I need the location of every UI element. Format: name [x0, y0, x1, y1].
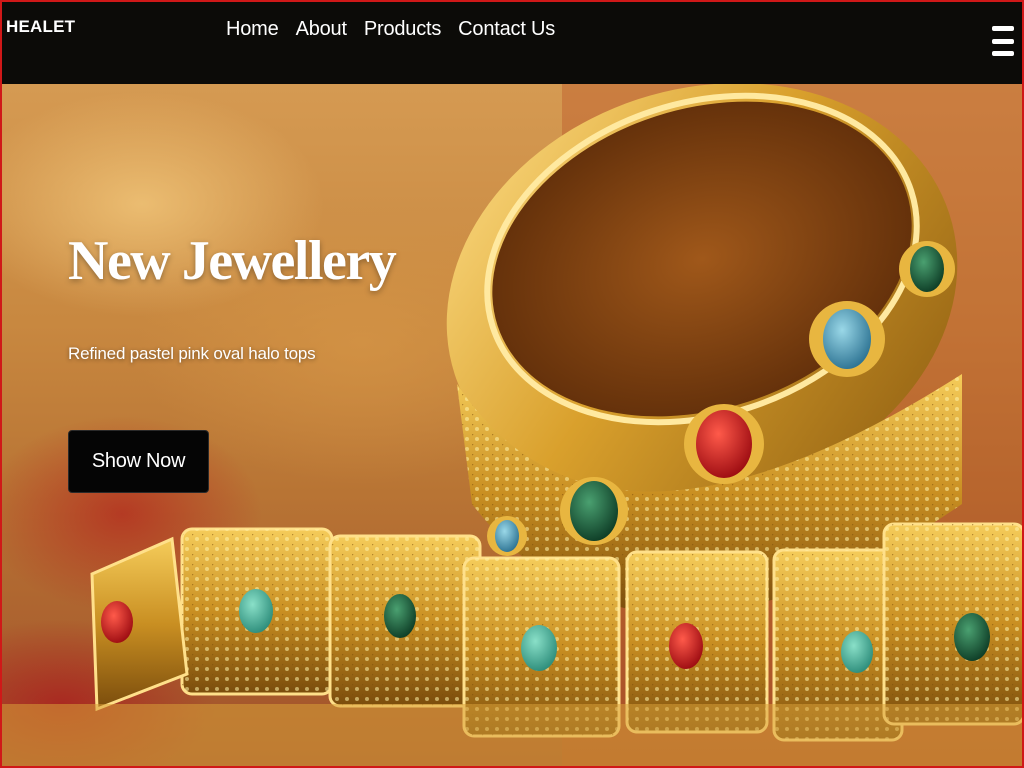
hamburger-menu-icon[interactable] [992, 26, 1014, 56]
nav-contact-link[interactable]: Contact Us [458, 18, 555, 41]
hamburger-line [992, 51, 1014, 56]
show-now-button[interactable]: Show Now [68, 430, 209, 493]
browser-viewport: HEALET Home About Products Contact Us Ne… [0, 0, 1024, 768]
main-nav: Home About Products Contact Us [226, 18, 555, 41]
hero-banner: New Jewellery Refined pastel pink oval h… [2, 84, 1022, 766]
nav-products-link[interactable]: Products [364, 18, 442, 41]
hero-title: New Jewellery [68, 230, 397, 292]
hero-subtitle: Refined pastel pink oval halo tops [68, 344, 316, 363]
top-navbar: HEALET Home About Products Contact Us [2, 2, 1022, 84]
brand-logo[interactable]: HEALET [6, 17, 75, 37]
hamburger-line [992, 26, 1014, 31]
nav-about-link[interactable]: About [296, 18, 347, 41]
hamburger-line [992, 38, 1014, 44]
gold-jewellery-image [2, 84, 1022, 766]
nav-home-link[interactable]: Home [226, 18, 279, 41]
